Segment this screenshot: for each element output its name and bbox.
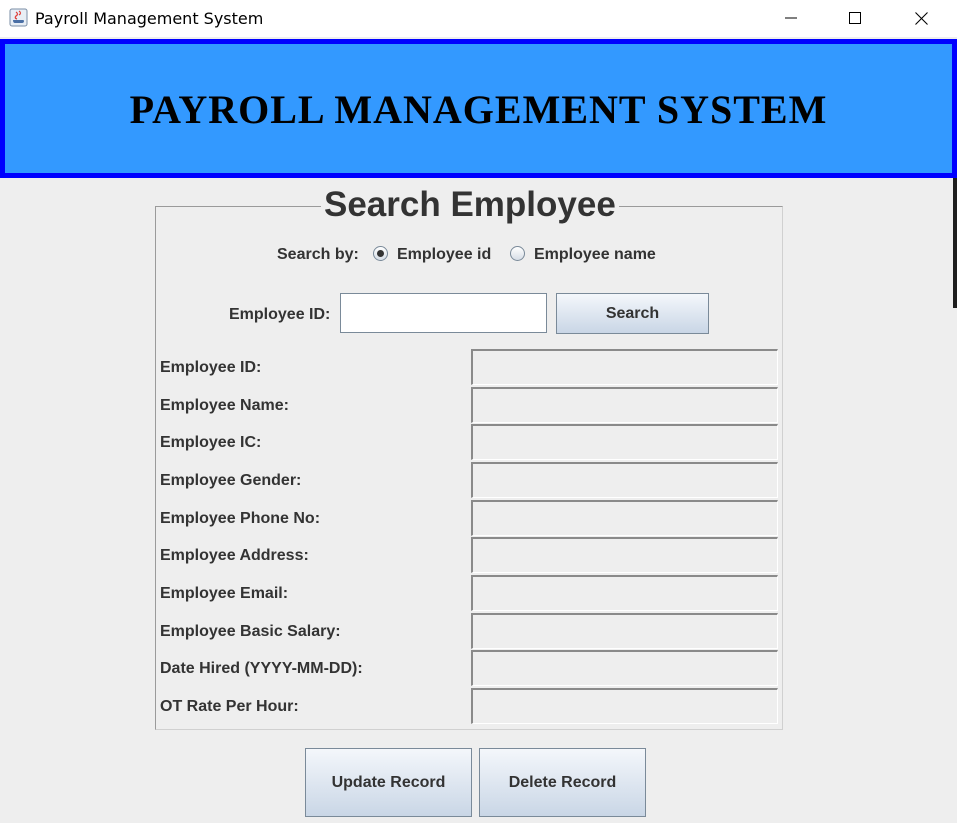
date-hired-field[interactable] (471, 650, 778, 686)
maximize-icon (849, 12, 861, 24)
close-button[interactable] (889, 0, 953, 36)
delete-record-button[interactable]: Delete Record (479, 748, 646, 817)
employee-id-field[interactable] (471, 349, 778, 385)
employee-ic-field[interactable] (471, 424, 778, 460)
radio-employee-id[interactable] (373, 246, 388, 261)
employee-salary-label: Employee Basic Salary: (160, 623, 341, 640)
employee-phone-field[interactable] (471, 500, 778, 536)
employee-gender-label: Employee Gender: (160, 472, 302, 489)
radio-employee-id-label[interactable]: Employee id (397, 246, 491, 264)
employee-salary-field[interactable] (471, 613, 778, 649)
employee-email-field[interactable] (471, 575, 778, 611)
panel-title: Search Employee (321, 185, 619, 225)
employee-name-label: Employee Name: (160, 397, 289, 414)
header-banner: PAYROLL MANAGEMENT SYSTEM (0, 39, 957, 178)
header-title: PAYROLL MANAGEMENT SYSTEM (129, 87, 828, 132)
window-titlebar[interactable]: Payroll Management System (0, 0, 957, 37)
ot-rate-label: OT Rate Per Hour: (160, 698, 299, 715)
window-title: Payroll Management System (35, 9, 264, 28)
search-button[interactable]: Search (556, 293, 709, 334)
employee-name-field[interactable] (471, 387, 778, 423)
employee-phone-label: Employee Phone No: (160, 510, 321, 527)
java-icon (9, 8, 28, 27)
employee-ic-label: Employee IC: (160, 434, 262, 451)
maximize-button[interactable] (823, 0, 887, 36)
date-hired-label: Date Hired (YYYY-MM-DD): (160, 660, 363, 677)
employee-id-label: Employee ID: (160, 359, 262, 376)
ot-rate-field[interactable] (471, 688, 778, 724)
employee-id-search-input[interactable] (340, 293, 547, 333)
search-by-label: Search by: (277, 246, 359, 263)
close-icon (914, 11, 928, 25)
update-record-button[interactable]: Update Record (305, 748, 472, 817)
radio-employee-name[interactable] (510, 246, 525, 261)
employee-gender-field[interactable] (471, 462, 778, 498)
employee-address-field[interactable] (471, 537, 778, 573)
search-input-label: Employee ID: (229, 306, 331, 323)
minimize-icon (785, 17, 797, 19)
employee-address-label: Employee Address: (160, 547, 309, 564)
employee-email-label: Employee Email: (160, 585, 289, 602)
window-edge (953, 178, 957, 308)
radio-employee-name-label[interactable]: Employee name (534, 246, 656, 264)
minimize-button[interactable] (759, 0, 823, 36)
